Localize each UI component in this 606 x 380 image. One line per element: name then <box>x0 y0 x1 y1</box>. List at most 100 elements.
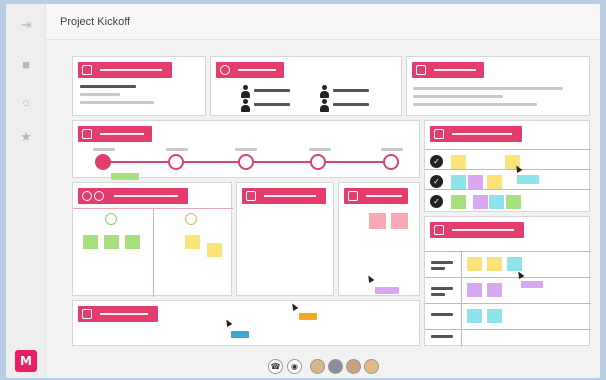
sticky-note[interactable] <box>207 243 222 257</box>
cursor-icon <box>365 273 375 284</box>
sticky-note[interactable] <box>473 195 488 209</box>
text-line <box>80 85 136 88</box>
retro-panel[interactable] <box>72 182 233 297</box>
sticky-note[interactable] <box>125 235 140 249</box>
app-window: ⇥ ■ ○ ★ M Project Kickoff ✓ ✓ ✓ ☎ ◉ <box>6 4 600 378</box>
sticky-note[interactable] <box>487 175 502 189</box>
drag-tag[interactable] <box>375 287 399 294</box>
star-icon[interactable]: ★ <box>19 130 33 144</box>
text-line <box>431 267 445 270</box>
text-line <box>80 101 154 104</box>
comment-icon[interactable]: ○ <box>19 96 33 110</box>
milestone-node[interactable] <box>95 154 111 170</box>
cursor-icon <box>513 163 523 174</box>
avatar[interactable] <box>346 359 361 374</box>
sticky-note[interactable] <box>104 235 119 249</box>
row-divider <box>425 169 591 170</box>
sticky-note[interactable] <box>487 257 502 271</box>
roles-panel[interactable] <box>424 216 591 347</box>
sad-face-icon <box>185 213 197 225</box>
sticky-note[interactable] <box>391 213 408 229</box>
header-text-placeholder <box>100 313 148 315</box>
person-icon <box>319 85 329 98</box>
text-line <box>235 148 257 151</box>
video-icon[interactable]: ◉ <box>287 359 302 374</box>
milestone-node[interactable] <box>383 154 399 170</box>
risks-panel[interactable] <box>338 182 420 296</box>
sticky-note[interactable] <box>369 213 386 229</box>
sticky-note[interactable] <box>487 283 502 297</box>
drag-tag[interactable] <box>231 331 249 338</box>
text-line <box>413 103 537 106</box>
retro-header <box>78 188 188 204</box>
row-divider <box>425 303 591 304</box>
milestone-node[interactable] <box>310 154 326 170</box>
sticky-note[interactable] <box>468 175 483 189</box>
sticky-note[interactable] <box>467 283 482 297</box>
sticky-note[interactable] <box>489 195 504 209</box>
text-line <box>413 95 503 98</box>
text-line <box>93 148 115 151</box>
row-divider <box>425 251 591 252</box>
row-divider <box>425 149 591 150</box>
sticky-note[interactable] <box>451 175 466 189</box>
text-line <box>381 148 403 151</box>
sticky-note[interactable] <box>467 257 482 271</box>
sticky-note[interactable] <box>83 235 98 249</box>
timeline-header <box>78 126 152 142</box>
task-list-icon <box>434 129 444 139</box>
sticky-note[interactable] <box>185 235 200 249</box>
milestone-node[interactable] <box>238 154 254 170</box>
team-panel[interactable] <box>210 56 402 116</box>
text-line <box>333 89 369 92</box>
team-header <box>216 62 284 78</box>
row-divider <box>425 277 591 278</box>
goals-panel[interactable] <box>406 56 590 116</box>
milestone-node[interactable] <box>168 154 184 170</box>
check-icon[interactable]: ✓ <box>430 195 443 208</box>
avatar[interactable] <box>310 359 325 374</box>
project-brief-header <box>78 62 172 78</box>
check-icon[interactable]: ✓ <box>430 155 443 168</box>
cursor-icon <box>289 301 299 312</box>
drag-tag[interactable] <box>111 173 139 180</box>
column-divider <box>461 251 462 347</box>
header-text-placeholder <box>452 229 514 231</box>
timeline-panel[interactable] <box>72 120 420 180</box>
sticky-note[interactable] <box>451 195 466 209</box>
header-text-placeholder <box>452 133 512 135</box>
sticky-note[interactable] <box>517 175 539 184</box>
cursor-icon <box>223 317 233 328</box>
notes-header <box>78 306 158 322</box>
sync-icon <box>246 191 256 201</box>
sticky-note[interactable] <box>467 309 482 323</box>
tasks-panel[interactable]: ✓ ✓ ✓ <box>424 120 591 212</box>
header-text-placeholder <box>434 69 476 71</box>
sign-in-icon[interactable]: ⇥ <box>19 18 33 32</box>
sticky-note[interactable] <box>506 195 521 209</box>
row-divider <box>425 189 591 190</box>
lightning-icon <box>434 225 444 235</box>
project-brief-panel[interactable] <box>72 56 206 116</box>
person-icon <box>240 99 250 112</box>
avatar[interactable] <box>364 359 379 374</box>
chart-icon <box>416 65 426 75</box>
discussion-panel[interactable] <box>236 182 334 296</box>
drag-tag[interactable] <box>299 313 317 320</box>
board-canvas[interactable]: ✓ ✓ ✓ <box>66 50 592 350</box>
column-divider <box>153 208 154 297</box>
app-logo[interactable]: M <box>15 350 37 372</box>
sticky-note[interactable] <box>451 155 466 169</box>
avatar[interactable] <box>328 359 343 374</box>
drag-tag[interactable] <box>521 281 543 288</box>
sticky-note[interactable] <box>507 257 522 271</box>
notes-panel[interactable] <box>72 300 420 346</box>
left-rail: ⇥ ■ ○ ★ M <box>6 4 46 378</box>
notes-icon[interactable]: ■ <box>19 58 33 72</box>
check-icon[interactable]: ✓ <box>430 175 443 188</box>
sticky-note[interactable] <box>487 309 502 323</box>
text-line <box>254 103 290 106</box>
discussion-header <box>242 188 326 204</box>
audio-icon[interactable]: ☎ <box>268 359 283 374</box>
header-text-placeholder <box>238 69 276 71</box>
